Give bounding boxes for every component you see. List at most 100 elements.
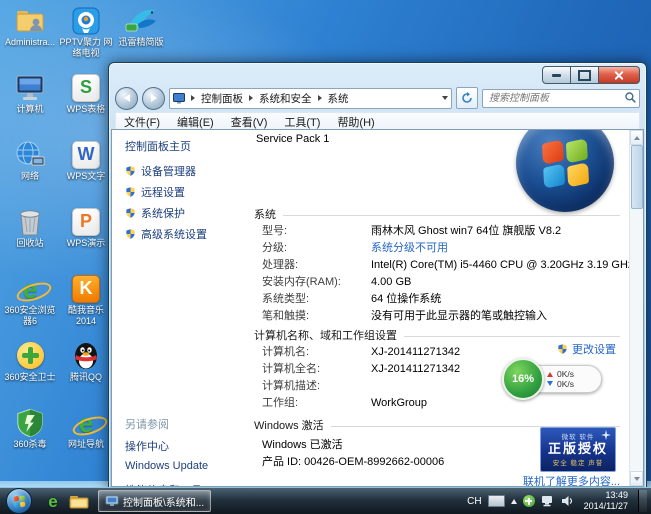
- menu-file[interactable]: 文件(F): [124, 114, 160, 130]
- row-ram: 安装内存(RAM):4.00 GB: [262, 273, 411, 289]
- hidden-icons-arrow[interactable]: [511, 499, 517, 504]
- wps-writer-icon: W: [68, 138, 104, 171]
- row-computer-full-name: 计算机全名:XJ-201411271342: [262, 360, 460, 376]
- window-caption-buttons: [542, 66, 640, 84]
- breadcrumb-control-panel[interactable]: 控制面板: [201, 91, 243, 106]
- search-input[interactable]: [482, 89, 640, 108]
- address-bar[interactable]: 控制面板 系统和安全 系统: [169, 88, 452, 109]
- desktop-icon-administrator[interactable]: Administra...: [2, 4, 58, 71]
- computer-icon: [12, 71, 48, 104]
- system-window-icon: [105, 495, 119, 507]
- row-workgroup: 工作组:WorkGroup: [262, 394, 427, 410]
- desktop-icon-recycle-bin[interactable]: 回收站: [2, 205, 58, 272]
- recycle-bin-icon: [12, 205, 48, 238]
- sidebar-action-center[interactable]: 操作中心: [125, 438, 169, 454]
- section-system-header: 系统: [254, 206, 620, 222]
- desktop-icon-computer[interactable]: 计算机: [2, 71, 58, 138]
- desktop-icon-360-browser[interactable]: e 360安全浏览器6: [2, 272, 58, 339]
- taskbar: e 控制面板\系统和... CH 13:49 2014/11/27: [0, 487, 651, 514]
- desktop-icon-label: 酷我音乐2014: [58, 305, 114, 327]
- desktop-icon-label: 回收站: [16, 238, 43, 249]
- desktop-icon-pptv[interactable]: PPTV聚力 网络电视: [58, 4, 114, 71]
- pptv-icon: [68, 4, 104, 37]
- row-computer-name: 计算机名:XJ-201411271342: [262, 343, 460, 359]
- show-desktop-button[interactable]: [638, 490, 647, 513]
- taskbar-clock[interactable]: 13:49 2014/11/27: [580, 490, 632, 513]
- desktop-icon-thunder[interactable]: 迅雷精简版: [112, 4, 170, 71]
- search-box: [482, 88, 640, 108]
- desktop-icon-wps-spreadsheet[interactable]: S WPS表格: [58, 71, 114, 138]
- menu-bar: 文件(F) 编辑(E) 查看(V) 工具(T) 帮助(H): [115, 112, 640, 130]
- sidebar-control-panel-home[interactable]: 控制面板主页: [125, 138, 191, 154]
- memory-percent-ball[interactable]: 16%: [502, 358, 544, 400]
- row-system-type: 系统类型:64 位操作系统: [262, 290, 441, 306]
- keyboard-icon[interactable]: [488, 495, 505, 507]
- desktop-icon-network[interactable]: 网络: [2, 138, 58, 205]
- window-content: 控制面板主页 设备管理器 远程设置 系统保护 高级系统设置 另请参阅: [111, 129, 644, 487]
- change-settings-link[interactable]: 更改设置: [557, 341, 616, 357]
- speed-ball-widget[interactable]: 0K/s 0K/s 16%: [502, 358, 602, 400]
- desktop-icon-label: 迅雷精简版: [118, 37, 163, 48]
- sidebar-item-label: 系统保护: [141, 205, 185, 221]
- up-arrow-icon: [547, 372, 553, 377]
- desktop-icon-label: 计算机: [16, 104, 43, 115]
- sidebar-windows-update[interactable]: Windows Update: [125, 460, 208, 472]
- genuine-software-badge[interactable]: 微软 软件 正版授权 安全 稳定 声誉: [540, 427, 616, 472]
- back-button[interactable]: [115, 87, 138, 110]
- breadcrumb-system[interactable]: 系统: [328, 91, 349, 106]
- start-button[interactable]: [6, 488, 32, 514]
- download-speed: 0K/s: [547, 380, 595, 389]
- rating-unavailable-link[interactable]: 系统分级不可用: [371, 242, 448, 254]
- uac-shield-icon: [125, 165, 136, 177]
- scrollbar-thumb[interactable]: [631, 145, 643, 209]
- down-arrow-icon: [547, 381, 553, 386]
- taskbar-task-button-control-panel[interactable]: 控制面板\系统和...: [98, 490, 211, 512]
- 360-tray-icon[interactable]: [523, 495, 535, 507]
- service-pack-text: Service Pack 1: [256, 133, 329, 145]
- breadcrumb-system-security[interactable]: 系统和安全: [259, 91, 312, 106]
- search-icon: [625, 92, 636, 103]
- desktop-icon-360-safe[interactable]: 360安全卫士: [2, 339, 58, 406]
- scroll-up-button[interactable]: [630, 130, 643, 145]
- desktop-icon-360-antivirus[interactable]: 360杀毒: [2, 406, 58, 473]
- desktop-icon-qq[interactable]: 腾讯QQ: [58, 339, 114, 406]
- taskbar-browser-icon[interactable]: e: [40, 489, 66, 513]
- refresh-button[interactable]: [456, 87, 478, 109]
- sidebar-device-manager[interactable]: 设备管理器: [125, 163, 196, 179]
- see-also-header: 另请参阅: [125, 416, 169, 432]
- scroll-down-button[interactable]: [630, 471, 643, 486]
- desktop-icon-wps-presentation[interactable]: P WPS演示: [58, 205, 114, 272]
- desktop-icon-label: WPS文字: [67, 171, 106, 182]
- row-rating: 分级:系统分级不可用: [262, 239, 448, 255]
- desktop-icon-wps-writer[interactable]: W WPS文字: [58, 138, 114, 205]
- navigation-bar: 控制面板 系统和安全 系统: [115, 86, 640, 110]
- maximize-button[interactable]: [571, 66, 599, 84]
- network-tray-icon[interactable]: [541, 495, 555, 507]
- sidebar-advanced-system-settings[interactable]: 高级系统设置: [125, 226, 207, 242]
- minimize-button[interactable]: [542, 66, 571, 84]
- desktop-icon-site-navigation[interactable]: e 网址导航: [58, 406, 114, 473]
- address-dropdown-icon[interactable]: [442, 96, 448, 100]
- uac-shield-icon: [125, 207, 136, 219]
- desktop-icon-column-1: Administra... 计算机 网络 回收站 e 360安全浏览器6: [2, 4, 58, 473]
- sidebar-remote-settings[interactable]: 远程设置: [125, 184, 185, 200]
- activation-status: Windows 已激活: [262, 436, 343, 452]
- vertical-scrollbar[interactable]: [629, 130, 643, 486]
- learn-more-online-link[interactable]: 联机了解更多内容...: [523, 473, 620, 487]
- taskbar-explorer-icon[interactable]: [66, 489, 92, 513]
- forward-button[interactable]: [142, 87, 165, 110]
- volume-icon[interactable]: [561, 495, 574, 507]
- menu-help[interactable]: 帮助(H): [337, 114, 374, 130]
- menu-view[interactable]: 查看(V): [231, 114, 268, 130]
- desktop-icon-label: 网址导航: [68, 439, 104, 450]
- system-control-panel-window: 控制面板 系统和安全 系统 文件(F) 编辑(E) 查看(V) 工具(T) 帮助…: [108, 62, 647, 490]
- menu-tools[interactable]: 工具(T): [284, 114, 320, 130]
- close-button[interactable]: [599, 66, 640, 84]
- wps-presentation-icon: P: [68, 205, 104, 238]
- sidebar-system-protection[interactable]: 系统保护: [125, 205, 185, 221]
- desktop-icon-label: PPTV聚力 网络电视: [58, 37, 114, 59]
- language-indicator[interactable]: CH: [467, 496, 481, 507]
- upload-speed: 0K/s: [547, 370, 595, 379]
- menu-edit[interactable]: 编辑(E): [177, 114, 214, 130]
- desktop-icon-kuwo-music[interactable]: K 酷我音乐2014: [58, 272, 114, 339]
